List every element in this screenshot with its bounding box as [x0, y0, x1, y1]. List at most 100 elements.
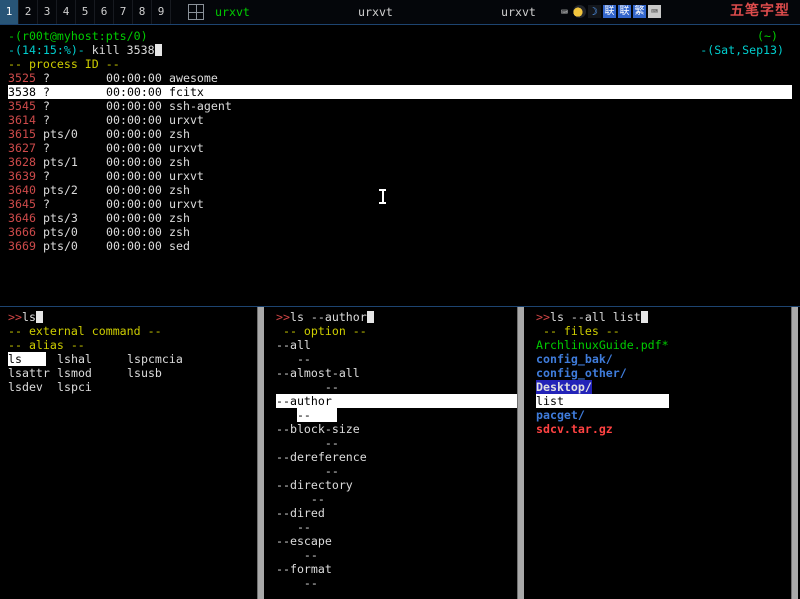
completion-option-row: --almost-all [276, 366, 517, 380]
ime-name-label[interactable]: 五笔字型 [730, 4, 790, 18]
file-entry: ArchlinuxGuide.pdf* [536, 338, 798, 352]
file-name: sdcv.tar.gz [536, 422, 613, 436]
workspace-tag[interactable]: 2 [19, 0, 38, 24]
process-row: 3666pts/000:00:00zsh [8, 225, 792, 239]
taskbar-item[interactable]: urxvt [213, 0, 356, 24]
prompt-time: -(14:15:%)- [8, 43, 85, 57]
prompt-line: >>ls [8, 310, 264, 324]
process-cmd: zsh [169, 211, 190, 225]
process-row: 3545?00:00:00ssh-agent [8, 99, 792, 113]
prompt-line-2: -(14:15:%)- kill 3538-(Sat,Sep13) [8, 43, 792, 57]
ime-badge-icon[interactable]: 联 [603, 5, 616, 18]
completion-cell: lsdev [8, 380, 57, 394]
process-tty: ? [43, 113, 106, 127]
command-text: ls [22, 310, 36, 324]
process-cmd: zsh [169, 127, 190, 141]
task-label: urxvt [358, 5, 393, 19]
scrollbar[interactable] [517, 307, 524, 599]
terminal-block-cursor [36, 311, 43, 323]
process-cmd: awesome [169, 71, 218, 85]
option-text: --escape [276, 534, 332, 548]
taskbar-item[interactable]: urxvt [356, 0, 499, 24]
completion-group-header: -- external command -- [8, 324, 264, 338]
option-indent [276, 492, 311, 506]
completion-cell: lspci [57, 380, 127, 394]
keyboard-icon[interactable]: ⌨ [558, 5, 571, 18]
option-indent [276, 436, 325, 450]
process-pid: 3545 [8, 99, 43, 113]
process-time: 00:00:00 [106, 85, 169, 99]
process-tty: pts/1 [43, 155, 106, 169]
process-cmd: zsh [169, 225, 190, 239]
workspace-tag[interactable]: 9 [152, 0, 171, 24]
tag-number: 8 [139, 5, 146, 19]
prompt-arrows: >> [536, 310, 550, 324]
desktop: 1 2 3 4 5 6 7 8 9 urxvt urxv [0, 0, 800, 599]
file-name: list [536, 394, 669, 408]
process-cmd: ssh-agent [169, 99, 232, 113]
completion-group-header: -- alias -- [8, 338, 264, 352]
completion-option-row: -- [276, 520, 517, 534]
process-pid: 3538 [8, 85, 43, 99]
prompt-line-1: -(r00t@myhost:pts/0)(~) [8, 29, 792, 43]
completion-option-row: --block-size [276, 422, 517, 436]
prompt-arrows: >> [276, 310, 290, 324]
process-row: 3525?00:00:00awesome [8, 71, 792, 85]
terminal-left[interactable]: >>ls -- external command -- -- alias -- … [0, 307, 264, 599]
process-tty: ? [43, 141, 106, 155]
terminal-block-cursor [155, 44, 162, 56]
workspace-tag[interactable]: 1 [0, 0, 19, 24]
layout-grid-icon[interactable] [188, 4, 204, 20]
workspace-tag[interactable]: 6 [95, 0, 114, 24]
option-text: -- [297, 520, 311, 534]
completion-option-row: --format [276, 562, 517, 576]
fcitx-logo-icon[interactable] [573, 5, 586, 18]
process-time: 00:00:00 [106, 71, 169, 85]
workspace-tag[interactable]: 7 [114, 0, 133, 24]
terminal-middle[interactable]: >>ls --author -- option -- --all -- --al… [268, 307, 524, 599]
process-tty: ? [43, 99, 106, 113]
scrollbar[interactable] [257, 307, 264, 599]
process-time: 00:00:00 [106, 169, 169, 183]
terminal-main[interactable]: -(r00t@myhost:pts/0)(~) -(14:15:%)- kill… [0, 24, 800, 307]
process-tty: pts/0 [43, 127, 106, 141]
completion-option-row: --dereference [276, 450, 517, 464]
process-time: 00:00:00 [106, 197, 169, 211]
completion-cell: lsattr [8, 366, 57, 380]
completion-option-row: -- [276, 464, 517, 478]
file-name: Desktop/ [536, 380, 592, 394]
halfwidth-moon-icon[interactable]: ☽ [588, 5, 601, 18]
file-entry: config_other/ [536, 366, 798, 380]
option-text: -- [325, 436, 339, 450]
process-pid: 3666 [8, 225, 43, 239]
process-cmd: urxvt [169, 197, 204, 211]
process-tty: pts/0 [43, 225, 106, 239]
process-time: 00:00:00 [106, 99, 169, 113]
file-entry: Desktop/ [536, 380, 798, 394]
ime-badge-icon[interactable]: 联 [618, 5, 631, 18]
system-tray: ⌨ ☽ 联 联 繁 ⌨ [558, 5, 661, 18]
option-text: -- [325, 380, 339, 394]
option-text: --almost-all [276, 366, 360, 380]
workspace-tag[interactable]: 4 [57, 0, 76, 24]
ime-traditional-icon[interactable]: 繁 [633, 5, 646, 18]
process-time: 00:00:00 [106, 155, 169, 169]
option-text: --dired [276, 506, 325, 520]
workspace-tag[interactable]: 5 [76, 0, 95, 24]
completion-row: lsattrlsmodlsusb [8, 366, 264, 380]
workspace-tag[interactable]: 3 [38, 0, 57, 24]
option-text: --directory [276, 478, 353, 492]
prompt-date: -(Sat,Sep13) [700, 43, 784, 57]
terminal-right[interactable]: >>ls --all list -- files -- ArchlinuxGui… [528, 307, 798, 599]
process-pid: 3640 [8, 183, 43, 197]
option-indent [276, 548, 304, 562]
option-text: --all [276, 338, 311, 352]
completion-row: lslshallspcmcia [8, 352, 264, 366]
process-tty: pts/0 [43, 239, 106, 253]
workspace-tag[interactable]: 8 [133, 0, 152, 24]
process-tty: pts/3 [43, 211, 106, 225]
keyboard-layout-icon[interactable]: ⌨ [648, 5, 661, 18]
process-pid: 3639 [8, 169, 43, 183]
completion-option-row: --dired [276, 506, 517, 520]
scrollbar[interactable] [791, 307, 798, 599]
